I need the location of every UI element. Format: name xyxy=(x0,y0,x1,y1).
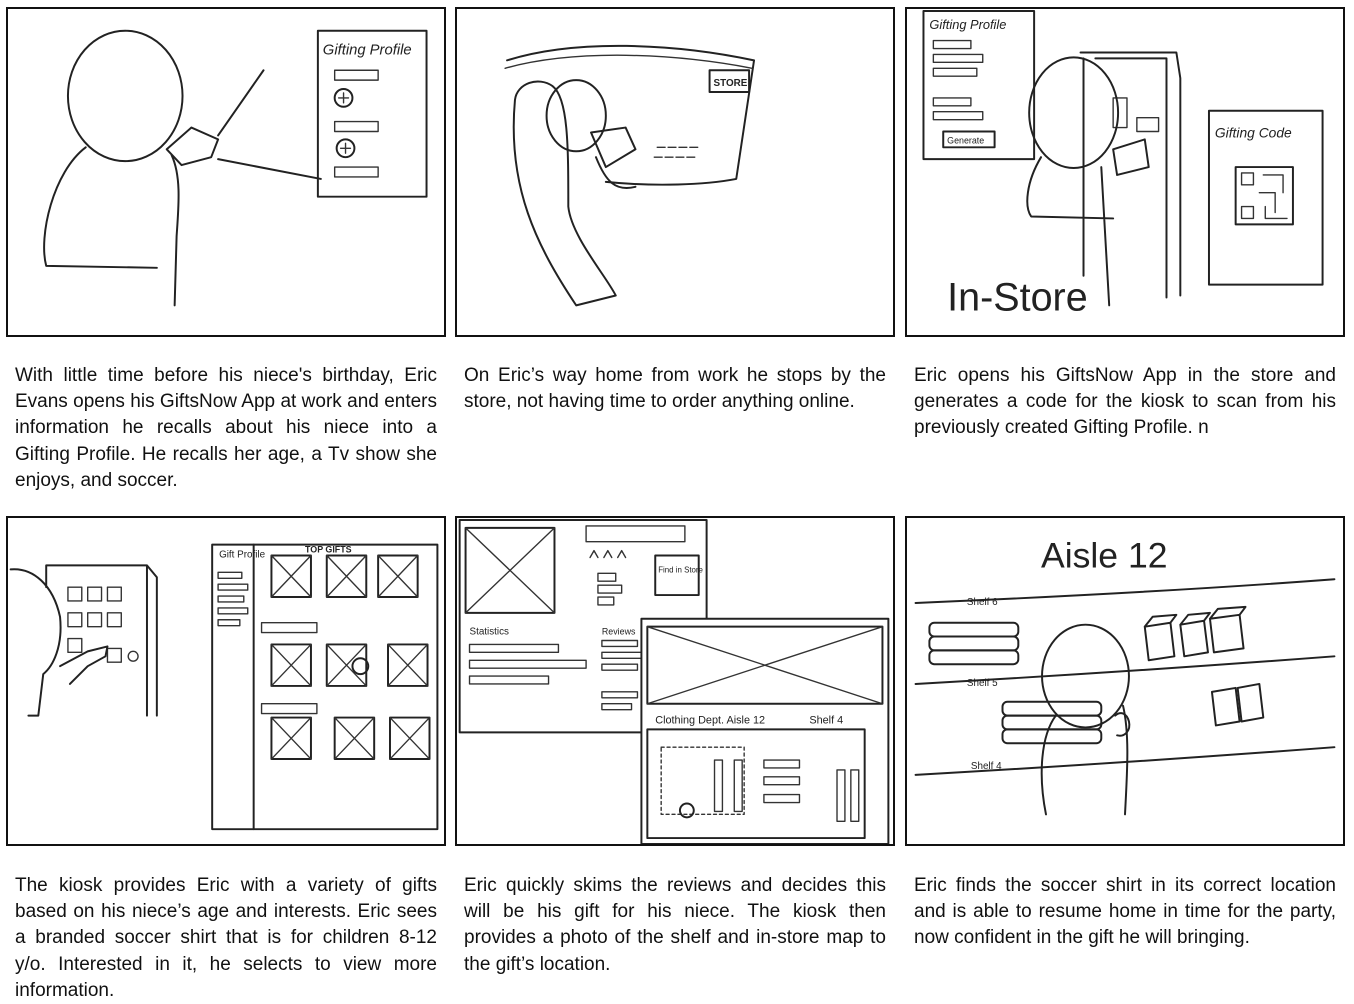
label-generate: Generate xyxy=(947,135,984,145)
label-store: STORE xyxy=(714,78,748,89)
label-gifting-code: Gifting Code xyxy=(1215,124,1292,140)
box xyxy=(1143,613,1178,662)
find-in-store-button xyxy=(654,554,700,597)
label-gifting-profile: Gifting Profile xyxy=(929,17,1006,32)
caption-panel-2: On Eric’s way home from work he stops by… xyxy=(464,365,886,413)
label-shelf-6: Shelf 6 xyxy=(967,597,998,608)
kiosk xyxy=(1079,51,1182,299)
sketch-aisle-shelves: Aisle 12 Shelf 6 Shelf 5 Shelf 4 xyxy=(914,535,1336,816)
caption-panel-4: The kiosk provides Eric with a variety o… xyxy=(15,875,437,1001)
box xyxy=(1236,682,1265,723)
sketch-at-work: Gifting Profile xyxy=(43,29,428,307)
caption-panel-1: With little time before his niece's birt… xyxy=(15,365,437,491)
caption-panel-6: Eric finds the soccer shirt in its corre… xyxy=(914,875,1336,949)
sketch-in-store: Gifting Profile Generate Gifting Code In… xyxy=(922,9,1324,319)
label-find-in-store: Find in Store xyxy=(658,565,703,574)
storyboard-panel-4: Gift Profile TOP GIFTS xyxy=(6,516,446,846)
caption-panel-3: Eric opens his GiftsNow App in the store… xyxy=(914,365,1336,439)
label-aisle-12: Aisle 12 xyxy=(1041,535,1167,575)
person-head xyxy=(1028,56,1120,170)
label-in-store: In-Store xyxy=(947,275,1088,319)
folded-shirt xyxy=(928,635,1020,652)
person-hand xyxy=(59,645,109,685)
person-body xyxy=(1040,704,1129,816)
label-top-gifts: TOP GIFTS xyxy=(305,545,352,555)
label-reviews: Reviews xyxy=(602,627,636,637)
caption-panel-5: Eric quickly skims the reviews and decid… xyxy=(464,875,886,975)
box xyxy=(1210,686,1241,727)
storyboard-panel-2: STORE xyxy=(455,7,895,337)
storyboard-panel-5: Find in Store Statistics Reviews Clothin… xyxy=(455,516,895,846)
person-hand xyxy=(1114,712,1131,737)
car-seat xyxy=(512,80,617,307)
label-statistics: Statistics xyxy=(470,627,510,638)
windshield xyxy=(506,44,756,186)
phone-icon xyxy=(1112,138,1150,176)
storyboard-panel-1: Gifting Profile xyxy=(6,7,446,337)
person-head xyxy=(9,568,62,717)
person-body xyxy=(43,146,158,269)
sketch-kiosk-gifts: Gift Profile TOP GIFTS xyxy=(9,543,439,831)
person-head xyxy=(545,79,607,153)
label-shelf-4: Shelf 4 xyxy=(971,761,1002,772)
sketch-driving: STORE xyxy=(504,44,756,307)
label-gifting-profile: Gifting Profile xyxy=(323,42,412,58)
star-rating-icon xyxy=(589,549,627,559)
label-shelf-5: Shelf 5 xyxy=(967,678,998,689)
label-shelf: Shelf 4 xyxy=(809,714,843,726)
storyboard-panel-3: Gifting Profile Generate Gifting Code In… xyxy=(905,7,1345,337)
sketch-product-details: Find in Store Statistics Reviews Clothin… xyxy=(458,518,890,844)
label-clothing-dept: Clothing Dept. Aisle 12 xyxy=(655,714,765,726)
store-front xyxy=(653,146,699,158)
box xyxy=(1179,611,1211,658)
storyboard-panel-6: Aisle 12 Shelf 6 Shelf 5 Shelf 4 xyxy=(905,516,1345,846)
person-head xyxy=(66,29,184,163)
label-gift-profile: Gift Profile xyxy=(219,550,266,561)
box xyxy=(1208,605,1247,654)
